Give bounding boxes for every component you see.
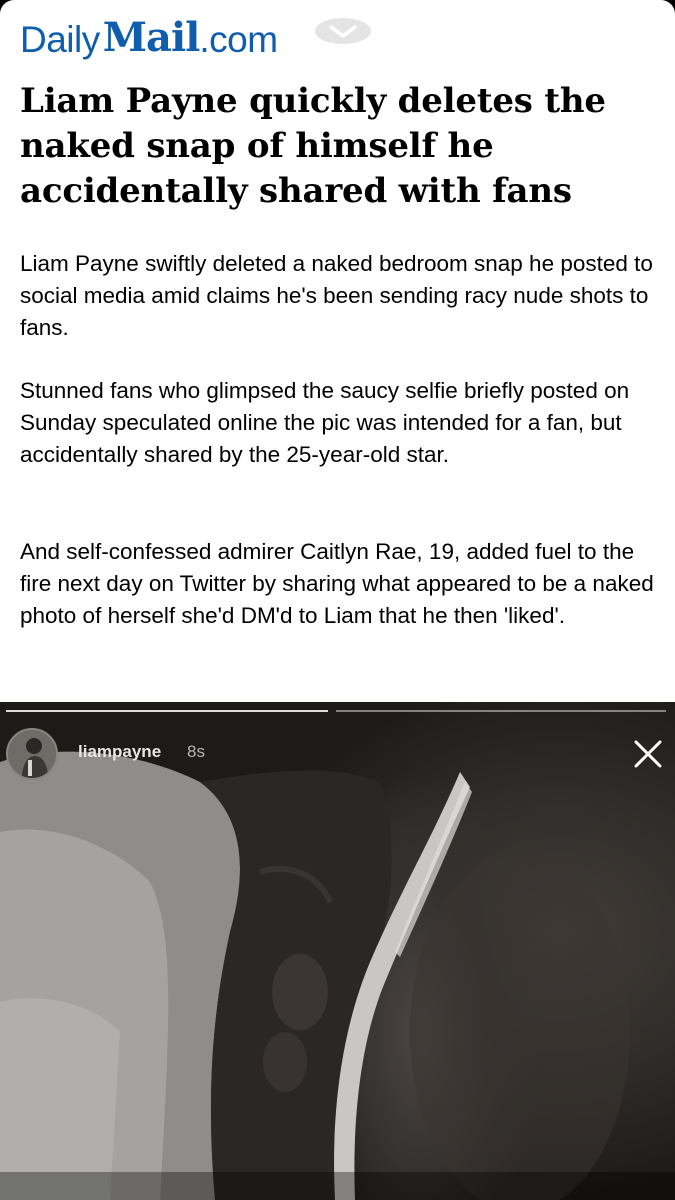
avatar[interactable] (6, 728, 58, 780)
site-logo[interactable]: Daily Mail .com (20, 8, 278, 61)
instagram-story-image: liampayne 8s (0, 702, 675, 1200)
article-paragraph: And self-confessed admirer Caitlyn Rae, … (20, 539, 654, 628)
chevron-down-icon[interactable] (313, 17, 373, 47)
story-progress-segment (6, 710, 328, 712)
avatar-image (8, 730, 56, 778)
article-paragraph: Liam Payne swiftly deleted a naked bedro… (20, 251, 653, 340)
logo-mail-text: Mail (102, 14, 201, 61)
story-progress-segment (336, 710, 666, 712)
article-headline: Liam Payne quickly deletes the naked sna… (20, 81, 606, 211)
story-photo (0, 751, 675, 1200)
logo-daily-text: Daily (20, 19, 100, 60)
screenshot-frame: Daily Mail .com Liam Payne quickly delet… (0, 0, 675, 1200)
logo-com-text: .com (199, 19, 278, 60)
story-username[interactable]: liampayne (78, 742, 161, 762)
story-timestamp: 8s (187, 742, 205, 761)
article-page: Daily Mail .com Liam Payne quickly delet… (0, 0, 675, 702)
article-paragraph: Stunned fans who glimpsed the saucy self… (20, 378, 630, 467)
close-icon[interactable] (628, 734, 668, 774)
